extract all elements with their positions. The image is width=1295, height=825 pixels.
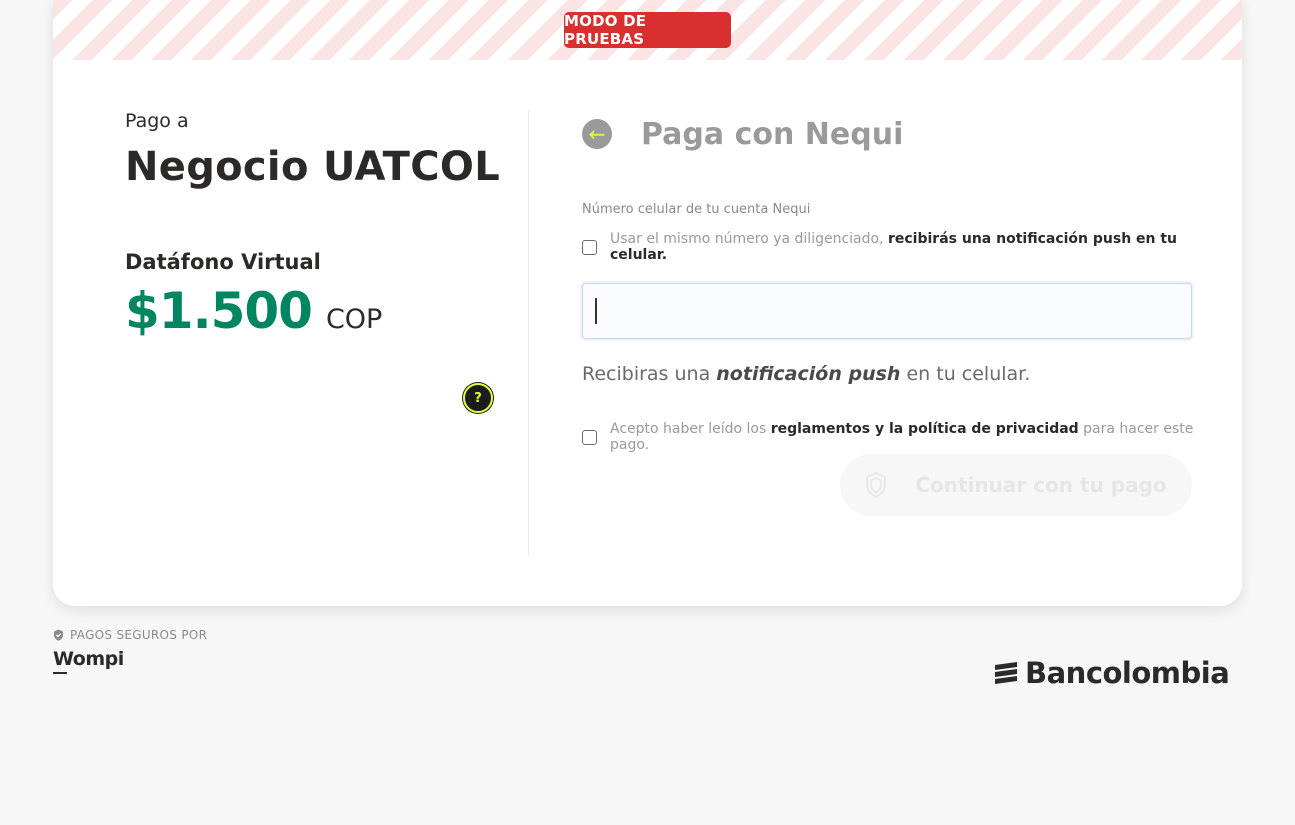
product-name: Datáfono Virtual	[125, 250, 321, 274]
wompi-logo-text: Wompi	[53, 648, 124, 670]
wompi-logo: Wompi	[53, 648, 124, 674]
nequi-payment-form: ← Paga con Nequi Número celular de tu cu…	[582, 110, 1194, 516]
same-number-text-regular: Usar el mismo número ya diligenciado,	[610, 231, 884, 247]
pay-to-label: Pago a	[125, 110, 189, 132]
help-icon[interactable]: ?	[463, 383, 493, 413]
terms-link[interactable]: reglamentos y la política de privacidad	[771, 421, 1079, 437]
amount-value: $1.500	[125, 282, 313, 340]
merchant-name: Negocio UATCOL	[125, 144, 500, 190]
bancolombia-stripes-icon	[995, 662, 1017, 684]
terms-checkbox[interactable]	[582, 429, 597, 445]
secure-payments-row: PAGOS SEGUROS POR	[53, 628, 207, 642]
push-notification-info: Recibiras una notificación push en tu ce…	[582, 363, 1194, 385]
text-cursor	[595, 298, 597, 324]
phone-field-label: Número celular de tu cuenta Nequi	[582, 202, 811, 217]
test-mode-badge: MODO DE PRUEBAS	[564, 12, 731, 48]
checkout-card: MODO DE PRUEBAS Pago a Negocio UATCOL Da…	[53, 0, 1242, 606]
shield-check-icon	[866, 472, 887, 498]
form-header: ← Paga con Nequi	[582, 110, 1194, 158]
push-info-emphasis: notificación push	[716, 363, 901, 385]
bancolombia-logo: Bancolombia	[992, 656, 1230, 690]
same-number-option[interactable]: Usar el mismo número ya diligenciado, re…	[582, 231, 1194, 263]
secure-payments-label: PAGOS SEGUROS POR	[70, 628, 208, 642]
test-mode-banner: MODO DE PRUEBAS	[53, 0, 1242, 60]
same-number-checkbox[interactable]	[582, 239, 597, 255]
terms-text: Acepto haber leído los reglamentos y la …	[610, 421, 1194, 453]
same-number-text: Usar el mismo número ya diligenciado, re…	[610, 231, 1194, 263]
terms-prefix: Acepto haber leído los	[610, 421, 767, 437]
secure-payments-footer: PAGOS SEGUROS POR Wompi	[53, 628, 207, 674]
bancolombia-logo-text: Bancolombia	[1025, 656, 1230, 690]
continue-payment-button[interactable]: Continuar con tu pago	[840, 454, 1192, 516]
column-divider	[528, 110, 529, 556]
amount-row: $1.500 COP	[125, 282, 505, 340]
back-arrow-icon[interactable]: ←	[582, 119, 612, 149]
push-info-prefix: Recibiras una	[582, 363, 711, 385]
push-info-suffix: en tu celular.	[906, 363, 1031, 385]
page-title: Paga con Nequi	[641, 116, 904, 152]
phone-input[interactable]	[582, 283, 1192, 339]
shield-icon	[54, 629, 63, 641]
continue-button-label: Continuar con tu pago	[915, 473, 1167, 497]
wompi-logo-underline	[53, 672, 67, 674]
payment-summary: Pago a Negocio UATCOL Datáfono Virtual $…	[125, 110, 505, 340]
currency-label: COP	[325, 304, 383, 335]
terms-option[interactable]: Acepto haber leído los reglamentos y la …	[582, 421, 1194, 453]
